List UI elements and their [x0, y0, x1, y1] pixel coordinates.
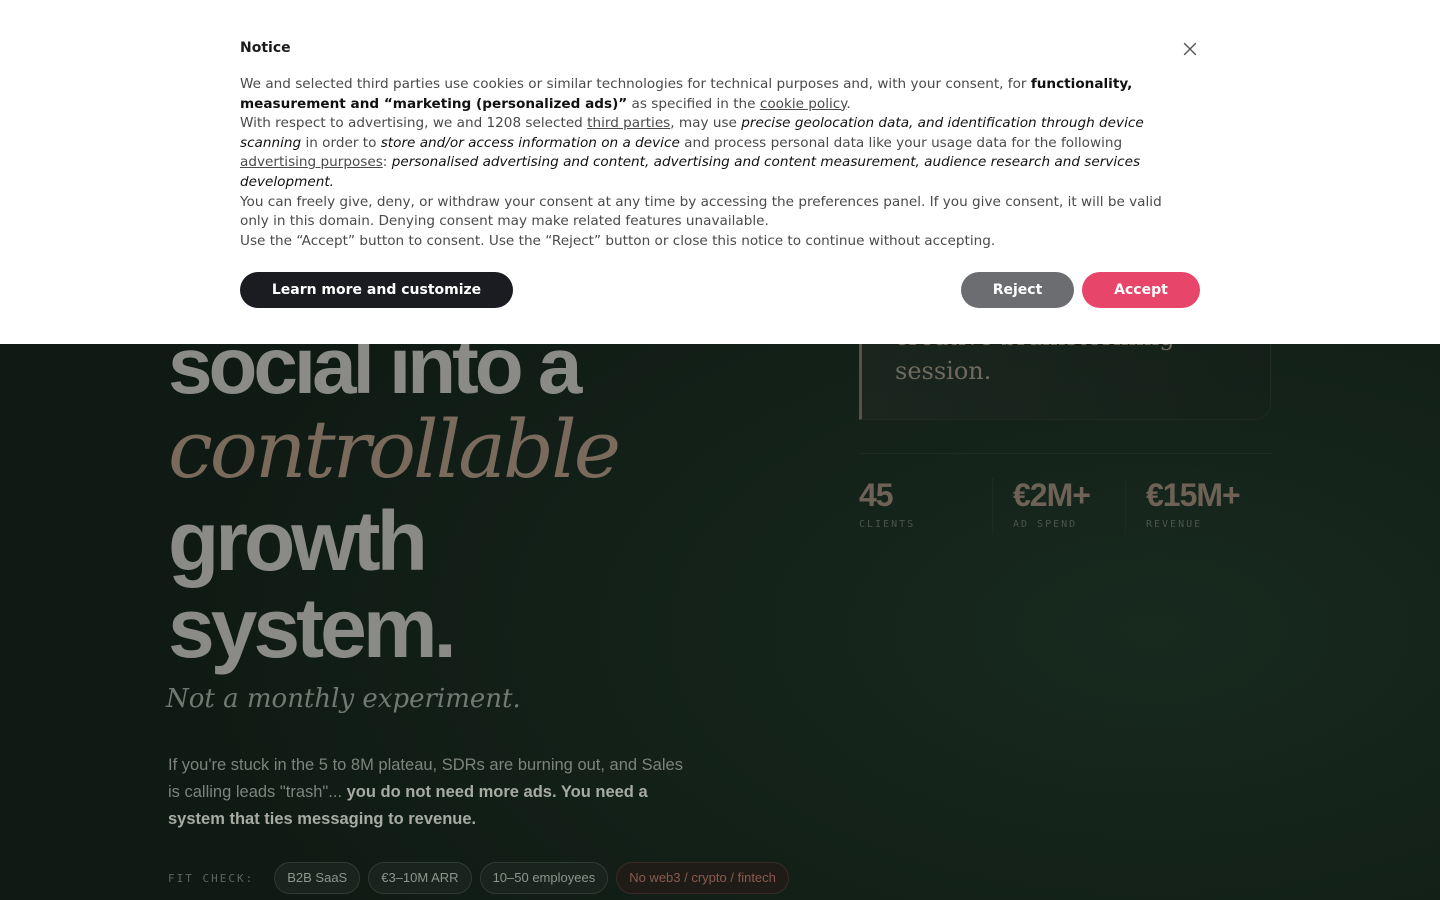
- hero-headline-line-2: controllable: [168, 403, 621, 496]
- stat-clients-value: 45: [859, 477, 894, 513]
- learn-more-customize-button[interactable]: Learn more and customize: [240, 272, 513, 308]
- notice-body: We and selected third parties use cookie…: [240, 75, 1180, 251]
- notice-paragraph-3: You can freely give, deny, or withdraw y…: [240, 193, 1162, 230]
- notice-emphasis: store and/or access information on a dev…: [380, 134, 680, 151]
- notice-text: in order to: [301, 134, 381, 151]
- notice-text: , may use: [670, 115, 742, 132]
- advertising-purposes-link[interactable]: advertising purposes: [240, 154, 383, 170]
- fit-chip-employees: 10–50 employees: [479, 862, 609, 894]
- stat-clients-label: CLIENTS: [859, 519, 916, 530]
- stat-ad-spend-label: AD SPEND: [1013, 519, 1078, 530]
- notice-text: With respect to advertising, we and 1208…: [240, 115, 588, 132]
- notice-text: :: [382, 154, 392, 171]
- stats-divider: [859, 453, 1273, 454]
- stat-ad-spend: €2M+ AD SPEND: [1013, 476, 1091, 530]
- notice-text: .: [846, 95, 851, 112]
- stat-ad-spend-value: €2M+: [1013, 477, 1091, 513]
- fit-check-row: FIT CHECK: B2B SaaS €3–10M ARR 10–50 emp…: [168, 862, 789, 894]
- third-parties-link[interactable]: third parties: [587, 115, 670, 131]
- notice-text: We and selected third parties use cookie…: [240, 76, 1031, 92]
- fit-check-label: FIT CHECK:: [168, 871, 255, 885]
- stat-clients: 45 CLIENTS: [859, 476, 915, 530]
- hero-headline-line-4: system.: [168, 581, 457, 675]
- notice-text: as specified in the: [627, 95, 760, 112]
- accept-button[interactable]: Accept: [1082, 272, 1200, 308]
- notice-paragraph-2: With respect to advertising, we and 1208…: [240, 114, 1180, 192]
- close-icon: [1183, 42, 1197, 56]
- hero-tagline: Not a monthly experiment.: [166, 684, 521, 714]
- fit-chip-exclusion: No web3 / crypto / fintech: [616, 862, 789, 894]
- stat-separator: [992, 478, 993, 534]
- cookie-notice: Notice We and selected third parties use…: [0, 0, 1440, 344]
- stat-separator: [1125, 478, 1126, 534]
- stat-revenue-value: €15M+: [1146, 477, 1241, 513]
- stat-revenue-label: REVENUE: [1146, 519, 1203, 530]
- notice-text: and process personal data like your usag…: [679, 134, 1123, 151]
- fit-chip-arr: €3–10M ARR: [368, 862, 472, 894]
- hero-intro: If you're stuck in the 5 to 8M plateau, …: [168, 752, 698, 833]
- fit-chip-b2b-saas: B2B SaaS: [274, 862, 361, 894]
- reject-button[interactable]: Reject: [961, 272, 1074, 308]
- hero-headline-line-3: growth: [168, 494, 428, 588]
- stat-revenue: €15M+ REVENUE: [1146, 476, 1241, 530]
- cookie-policy-link[interactable]: cookie policy: [760, 96, 847, 112]
- notice-paragraph-4: Use the “Accept” button to consent. Use …: [240, 232, 996, 249]
- notice-title: Notice: [240, 40, 291, 56]
- notice-paragraph-1: We and selected third parties use cookie…: [240, 75, 1180, 114]
- close-notice-button[interactable]: [1180, 39, 1200, 59]
